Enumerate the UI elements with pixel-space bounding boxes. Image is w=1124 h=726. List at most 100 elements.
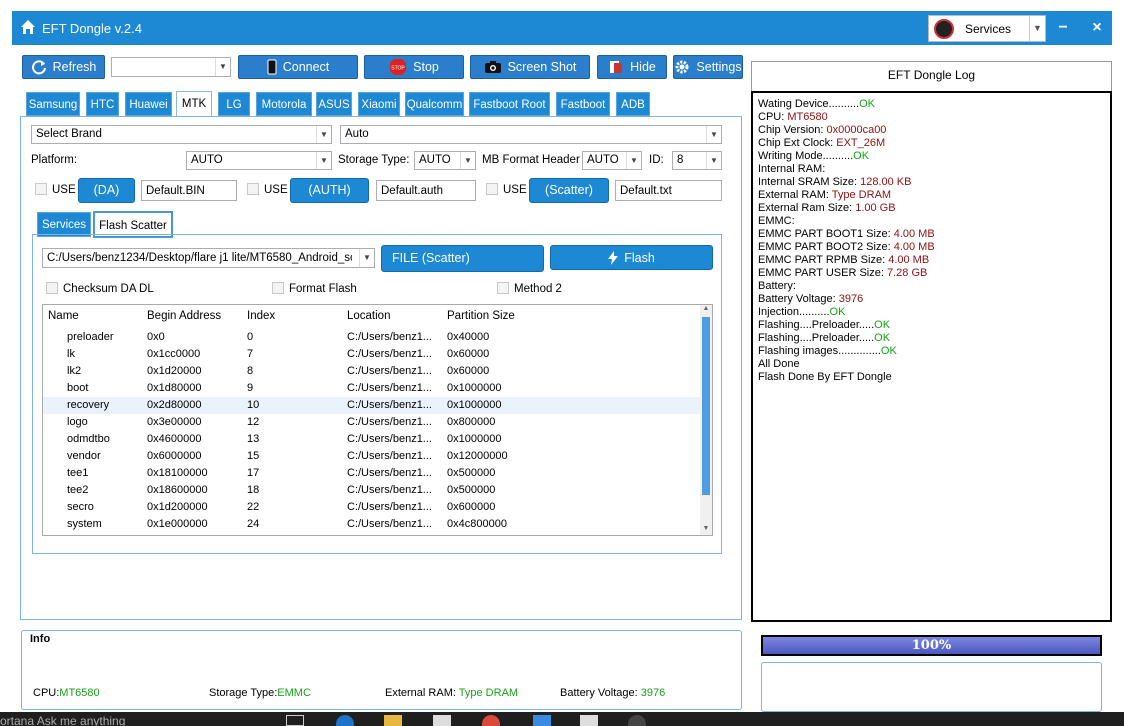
- table-row[interactable]: preloader 0x0 0 C:/Users/benz1... 0x40000: [43, 329, 701, 346]
- format-flash-checkbox[interactable]: [272, 282, 284, 294]
- cell-partition-size: 0x600000: [447, 501, 496, 513]
- minimize-button[interactable]: −: [1046, 11, 1080, 45]
- mail-icon[interactable]: [580, 715, 598, 726]
- id-select[interactable]: 8 ▼: [672, 151, 722, 170]
- log-value: OK: [874, 319, 891, 331]
- table-row[interactable]: tee2 0x18600000 18 C:/Users/benz1... 0x50000…: [43, 482, 701, 499]
- table-scrollbar[interactable]: ▲ ▼: [700, 305, 712, 535]
- tab-mtk[interactable]: MTK: [176, 91, 212, 117]
- file-scatter-button[interactable]: FILE (Scatter): [381, 245, 544, 272]
- table-row[interactable]: secro 0x1d200000 22 C:/Users/benz1... 0x6000…: [43, 499, 701, 516]
- log-title: EFT Dongle Log: [751, 61, 1112, 92]
- table-row[interactable]: vendor 0x6000000 15 C:/Users/benz1... 0x1200…: [43, 448, 701, 465]
- cell-name: vendor: [67, 450, 101, 462]
- table-row[interactable]: lk 0x1cc0000 7 C:/Users/benz1... 0x60000: [43, 346, 701, 363]
- tab-htc[interactable]: HTC: [86, 92, 119, 116]
- partition-table[interactable]: Name Begin Address Index Location Partit…: [42, 304, 713, 536]
- settings-button[interactable]: Settings: [673, 55, 743, 79]
- scroll-down-icon[interactable]: ▼: [700, 525, 712, 535]
- table-row[interactable]: logo 0x3e00000 12 C:/Users/benz1... 0x800000: [43, 414, 701, 431]
- col-begin-address[interactable]: Begin Address: [147, 310, 221, 322]
- tab-adb[interactable]: ADB: [616, 92, 650, 116]
- task-view-icon[interactable]: [286, 715, 304, 726]
- cell-begin-address: 0x6000000: [147, 450, 202, 462]
- info-cpu-value: MT6580: [59, 687, 100, 699]
- scatter-file-input[interactable]: Default.txt: [615, 180, 722, 201]
- table-row[interactable]: odmdtbo 0x4600000 13 C:/Users/benz1... 0x100…: [43, 431, 701, 448]
- auth-file-input[interactable]: Default.auth: [376, 180, 476, 201]
- table-row[interactable]: boot 0x1d80000 9 C:/Users/benz1... 0x1000000: [43, 380, 701, 397]
- table-row[interactable]: lk2 0x1d20000 8 C:/Users/benz1... 0x60000: [43, 363, 701, 380]
- storage-type-value: AUTO: [419, 154, 451, 166]
- use-auth-checkbox[interactable]: [247, 183, 259, 195]
- tab-qualcomm[interactable]: Qualcomm: [405, 92, 464, 116]
- tab-samsung[interactable]: Samsung: [26, 92, 80, 116]
- cell-partition-size: 0x60000: [447, 365, 490, 377]
- cell-begin-address: 0x4600000: [147, 433, 202, 445]
- scrollbar-thumb[interactable]: [702, 317, 710, 495]
- tab-motorola[interactable]: Motorola: [256, 92, 312, 116]
- tab-huawei[interactable]: Huawei: [125, 92, 172, 116]
- storage-type-select[interactable]: AUTO ▼: [414, 151, 476, 170]
- chrome-icon[interactable]: [482, 715, 500, 726]
- close-button[interactable]: ×: [1080, 11, 1114, 45]
- cell-begin-address: 0x18100000: [147, 467, 208, 479]
- table-row[interactable]: recovery 0x2d80000 10 C:/Users/benz1... 0x10…: [43, 397, 701, 414]
- model-select[interactable]: Auto ▼: [340, 125, 722, 144]
- platform-select[interactable]: AUTO ▼: [186, 151, 332, 170]
- col-partition-size[interactable]: Partition Size: [447, 310, 515, 322]
- use-da-checkbox[interactable]: [35, 183, 47, 195]
- connect-button[interactable]: Connect: [238, 55, 358, 79]
- scatter-path-value: C:/Users/benz1234/Desktop/flare j1 lite/…: [47, 252, 352, 264]
- checksum-da-checkbox[interactable]: [46, 282, 58, 294]
- col-index[interactable]: Index: [247, 310, 275, 322]
- refresh-button[interactable]: Refresh: [22, 55, 105, 79]
- services-dropdown[interactable]: Services ▼: [928, 15, 1046, 42]
- log-key: EMMC PART BOOT2 Size:: [758, 241, 894, 253]
- method2-checkbox[interactable]: [497, 282, 509, 294]
- log-key: External Ram Size:: [758, 202, 856, 214]
- cell-location: C:/Users/benz1...: [347, 467, 432, 479]
- edge-icon[interactable]: [336, 715, 354, 726]
- log-value: 0x0000ca00: [826, 124, 887, 136]
- flash-button[interactable]: Flash: [550, 245, 713, 270]
- eft-dongle-taskbar-icon[interactable]: [628, 715, 646, 726]
- taskbar-search[interactable]: ortana Ask me anything: [0, 714, 125, 726]
- da-file-input[interactable]: Default.BIN: [141, 180, 237, 201]
- table-row[interactable]: system 0x1e000000 24 C:/Users/benz1... 0x4c8…: [43, 516, 701, 533]
- tab-fastboot[interactable]: Fastboot: [556, 92, 610, 116]
- tab-asus[interactable]: ASUS: [316, 92, 352, 116]
- tab-lg[interactable]: LG: [218, 92, 250, 116]
- brand-select[interactable]: Select Brand ▼: [31, 125, 332, 144]
- log-line: External RAM: Type DRAM: [758, 189, 1105, 202]
- connect-label: Connect: [282, 60, 330, 74]
- info-extram-label: External RAM:: [385, 687, 459, 699]
- auth-button[interactable]: (AUTH): [290, 178, 369, 203]
- stop-button[interactable]: STOP Stop: [364, 55, 464, 79]
- screenshot-button[interactable]: Screen Shot: [470, 55, 590, 79]
- table-row[interactable]: tee1 0x18100000 17 C:/Users/benz1... 0x50000…: [43, 465, 701, 482]
- log-line: CPU: MT6580: [758, 111, 1105, 124]
- app-icon[interactable]: [533, 715, 551, 726]
- cell-name: preloader: [67, 331, 114, 343]
- mb-format-select[interactable]: AUTO ▼: [582, 151, 642, 170]
- platform-value: AUTO: [191, 154, 223, 166]
- log-value: 4.00 MB: [888, 254, 930, 266]
- cell-partition-size: 0x4c800000: [447, 518, 507, 530]
- tab-xiaomi[interactable]: Xiaomi: [358, 92, 400, 116]
- da-button[interactable]: (DA): [78, 178, 135, 203]
- cell-index: 13: [247, 433, 260, 445]
- port-select[interactable]: ▼: [111, 57, 231, 77]
- col-name[interactable]: Name: [48, 310, 79, 322]
- file-explorer-icon[interactable]: [384, 715, 402, 726]
- col-location[interactable]: Location: [347, 310, 390, 322]
- scatter-button[interactable]: (Scatter): [529, 178, 609, 203]
- store-icon[interactable]: [433, 715, 451, 726]
- hide-button[interactable]: Hide: [597, 55, 667, 79]
- tab-fastboot-root[interactable]: Fastboot Root: [469, 92, 550, 116]
- cell-begin-address: 0x1d200000: [147, 501, 208, 513]
- id-value: 8: [677, 154, 684, 166]
- scroll-up-icon[interactable]: ▲: [700, 305, 712, 315]
- scatter-path-select[interactable]: C:/Users/benz1234/Desktop/flare j1 lite/…: [42, 248, 375, 268]
- use-scatter-checkbox[interactable]: [486, 183, 498, 195]
